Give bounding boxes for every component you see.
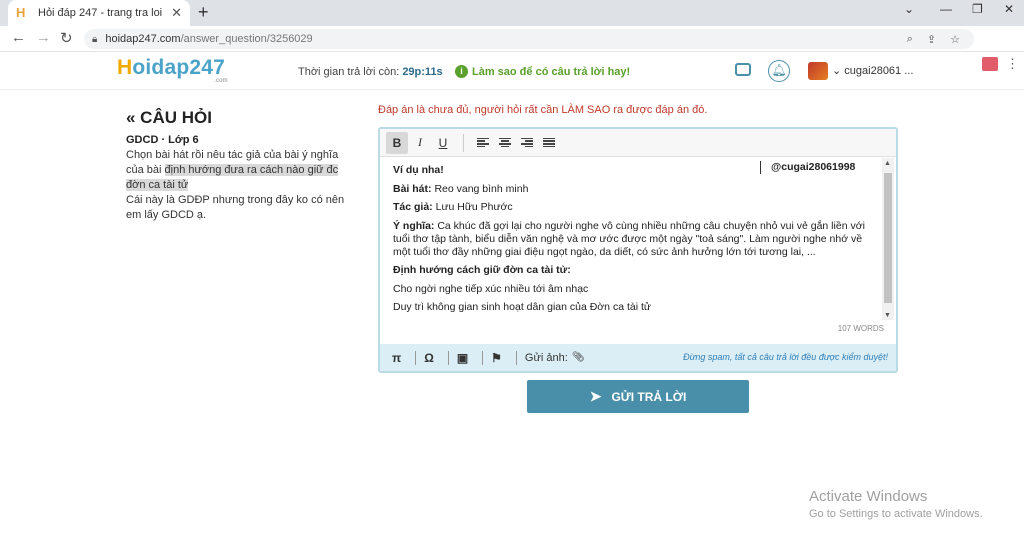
submit-answer-button[interactable]: ➤ GỬI TRẢ LỜI bbox=[527, 380, 749, 413]
align-right-icon[interactable] bbox=[521, 137, 533, 148]
editor-bottom-bar: π Ω ▣ ⚑ Gửi ảnh: 📎︎ Đừng spam, tất cả câ… bbox=[380, 344, 896, 371]
word-count: 107 WORDS bbox=[837, 324, 884, 333]
site-favicon-icon: H bbox=[16, 5, 26, 20]
math-pi-icon[interactable]: π bbox=[392, 351, 401, 365]
editor-scrollbar[interactable]: ▲ ▼ bbox=[882, 158, 894, 320]
reload-button[interactable]: ↻ bbox=[60, 29, 73, 47]
answer-intro: Ví dụ nha! bbox=[393, 164, 444, 176]
url-field[interactable]: 🔒︎ hoidap247.com/answer_question/3256029… bbox=[84, 29, 974, 49]
address-bar-row: ← → ↻ 🔒︎ hoidap247.com/answer_question/3… bbox=[0, 26, 1024, 71]
scroll-down-icon[interactable]: ▼ bbox=[884, 312, 891, 319]
underline-button[interactable]: U bbox=[432, 132, 454, 154]
meaning-value: Ca khúc đã gợi lại cho người nghe vô cùn… bbox=[393, 219, 865, 258]
align-justify-icon[interactable] bbox=[543, 137, 555, 148]
back-button[interactable]: ← bbox=[11, 29, 26, 46]
author-value: Lưu Hữu Phước bbox=[435, 201, 513, 213]
answer-notice: Đáp án là chưa đủ, người hỏi rất cần LÀM… bbox=[378, 104, 708, 116]
timer-value: 29p:11s bbox=[402, 66, 443, 78]
answer-editor: B I U Ví dụ nha! Bài hát: Reo vang bình … bbox=[378, 127, 898, 373]
notification-bell-icon[interactable]: 🔔︎ bbox=[768, 60, 790, 82]
omega-symbol-icon[interactable]: Ω bbox=[424, 351, 434, 365]
timer-label: Thời gian trả lời còn: bbox=[298, 66, 400, 78]
share-icon[interactable]: ⇪ bbox=[927, 33, 936, 46]
song-value: Reo vang bình minh bbox=[434, 182, 529, 195]
bookmark-star-icon[interactable]: ☆ bbox=[950, 33, 960, 46]
chevron-down-icon: ⌄ bbox=[832, 65, 842, 77]
new-tab-button[interactable]: + bbox=[198, 2, 209, 23]
answer-textarea[interactable]: Ví dụ nha! Bài hát: Reo vang bình minh T… bbox=[380, 158, 882, 320]
align-left-icon[interactable] bbox=[477, 137, 489, 148]
spam-notice: Đừng spam, tất cả câu trả lời đều được k… bbox=[683, 352, 888, 362]
info-icon: i bbox=[455, 65, 468, 78]
url-host: hoidap247.com bbox=[105, 33, 181, 45]
good-answer-hint-link[interactable]: i Làm sao để có câu trả lời hay! bbox=[455, 65, 630, 78]
tab-title: Hỏi đáp 247 - trang tra loi bbox=[38, 7, 163, 19]
browser-tab[interactable]: H Hỏi đáp 247 - trang tra loi ✕ bbox=[8, 0, 190, 26]
editor-toolbar: B I U bbox=[380, 129, 896, 157]
answer-timer: Thời gian trả lời còn: 29p:11s bbox=[298, 66, 443, 78]
url-path: /answer_question/3256029 bbox=[180, 33, 313, 45]
italic-button[interactable]: I bbox=[409, 132, 431, 154]
align-center-icon[interactable] bbox=[499, 137, 511, 148]
site-header: Hoidap247 .com Thời gian trả lời còn: 29p… bbox=[0, 52, 1024, 90]
question-text: Chọn bài hát rồi nêu tác giả của bài ý n… bbox=[126, 149, 345, 221]
attach-image-label[interactable]: Gửi ảnh: bbox=[525, 352, 568, 364]
question-subject: GDCD · Lớp 6 bbox=[126, 134, 199, 146]
restore-button[interactable]: ❐ bbox=[972, 2, 983, 16]
forward-button[interactable]: → bbox=[36, 29, 51, 46]
close-tab-icon[interactable]: ✕ bbox=[171, 5, 182, 21]
watermark-title: Activate Windows bbox=[809, 488, 928, 505]
avatar[interactable] bbox=[808, 62, 828, 80]
submit-label: GỬI TRẢ LỜI bbox=[611, 389, 687, 404]
direction-item-1: Cho ngời nghe tiếp xúc nhiều tới âm nhạc bbox=[393, 282, 589, 295]
browser-tab-bar: H Hỏi đáp 247 - trang tra loi ✕ + ⌄ — ❐ … bbox=[0, 0, 1024, 26]
scroll-up-icon[interactable]: ▲ bbox=[884, 160, 891, 167]
user-menu[interactable]: ⌄ cugai28061 ... bbox=[832, 64, 913, 77]
lock-icon: 🔒︎ bbox=[92, 33, 98, 45]
chat-icon[interactable] bbox=[735, 63, 751, 76]
hint-label: Làm sao để có câu trả lời hay! bbox=[472, 65, 631, 78]
username: cugai28061 ... bbox=[844, 65, 914, 77]
user-mention: @cugai28061998 bbox=[760, 161, 855, 174]
site-logo[interactable]: Hoidap247 .com bbox=[117, 56, 228, 84]
tab-search-icon[interactable]: ⌄ bbox=[904, 2, 914, 16]
zoom-icon[interactable]: ⌕ bbox=[907, 33, 913, 46]
question-heading[interactable]: « CÂU HỎI bbox=[126, 108, 212, 128]
direction-heading: Định hướng cách giữ đờn ca tài tử: bbox=[393, 264, 571, 276]
watermark-subtitle: Go to Settings to activate Windows. bbox=[809, 508, 983, 520]
minimize-button[interactable]: — bbox=[940, 2, 952, 16]
flag-icon[interactable]: ⚑ bbox=[491, 351, 502, 365]
direction-item-2: Duy trì không gian sinh hoạt dân gian củ… bbox=[393, 301, 651, 313]
windows-activation-watermark: Activate Windows Go to Settings to activ… bbox=[809, 488, 983, 520]
paperclip-icon[interactable]: 📎︎ bbox=[572, 352, 585, 363]
bold-button[interactable]: B bbox=[386, 131, 408, 154]
close-window-button[interactable]: ✕ bbox=[1004, 2, 1014, 16]
video-icon[interactable]: ▣ bbox=[457, 351, 468, 365]
send-icon: ➤ bbox=[589, 388, 602, 404]
scrollbar-thumb[interactable] bbox=[884, 173, 892, 303]
